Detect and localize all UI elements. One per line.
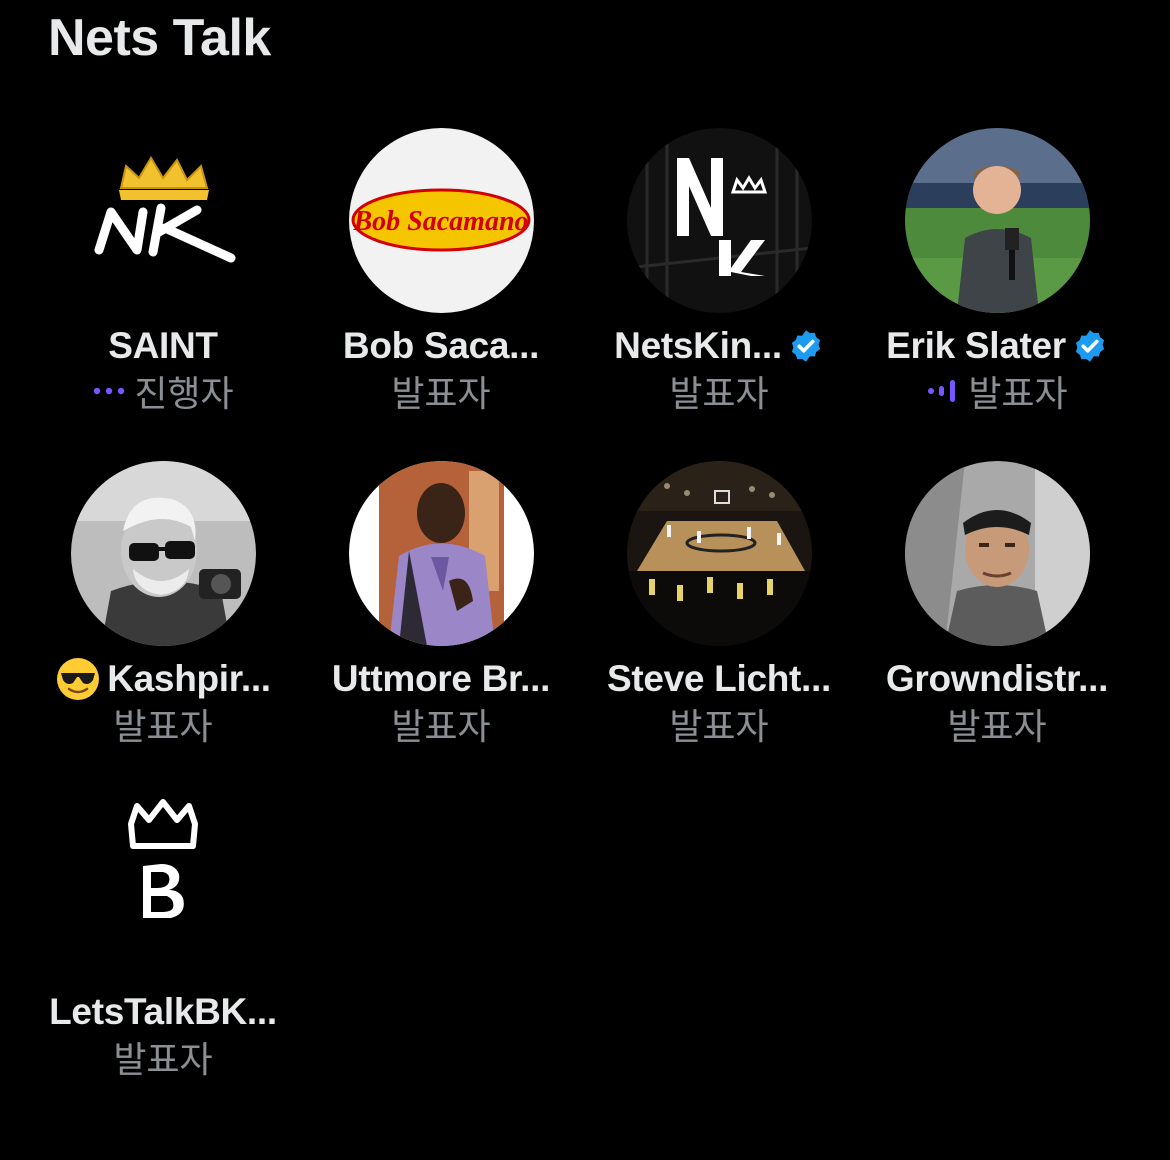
speaker-name: Steve Licht... — [606, 658, 832, 699]
speaker-name: Growndistr... — [885, 658, 1109, 699]
speaker-name: Bob Saca... — [342, 325, 540, 366]
avatar — [348, 461, 534, 646]
space-title: Nets Talk — [48, 9, 271, 67]
speaker-saint[interactable]: SAINT 진행자 — [24, 128, 302, 461]
speaker-name: LetsTalkBK... — [49, 991, 277, 1032]
nk-crown-logo — [70, 128, 256, 313]
speaker-erik-slater[interactable]: Erik Slater 발표자 — [858, 128, 1136, 461]
avatar — [626, 128, 812, 313]
speaker-role: 발표자 — [669, 374, 769, 415]
verified-badge-icon — [791, 330, 820, 362]
speaker-name: Erik Slater — [886, 325, 1066, 366]
avatar — [70, 794, 256, 979]
basketball-arena-photo — [626, 461, 812, 646]
man-camera-photo — [70, 461, 256, 646]
speaker-kashpir[interactable]: Kashpir... 발표자 — [24, 461, 302, 794]
verified-badge-icon — [1075, 330, 1104, 362]
man-purple-shirt-photo — [348, 461, 534, 646]
crown-b-logo — [70, 794, 256, 979]
speaker-role: 발표자 — [391, 707, 491, 748]
speaker-role: 발표자 — [669, 707, 769, 748]
speaker-growndistr[interactable]: Growndistr... 발표자 — [858, 461, 1136, 794]
speaker-role: 진행자 — [134, 374, 234, 415]
speaker-name: Kashpir... — [107, 658, 271, 699]
speaker-name: NetsKin... — [614, 325, 782, 366]
avatar — [70, 128, 256, 313]
avatar — [70, 461, 256, 646]
man-car-selfie-photo — [904, 461, 1090, 646]
speaker-letstalkbk[interactable]: LetsTalkBK... 발표자 — [24, 794, 302, 1127]
speaker-role: 발표자 — [113, 707, 213, 748]
speaking-dots-icon — [94, 387, 125, 395]
speaker-bob-sacamano[interactable]: Bob Sacamano Bob Saca... 발표자 — [302, 128, 580, 461]
speaker-role: 발표자 — [391, 374, 491, 415]
bob-sacamano-logo: Bob Sacamano — [348, 128, 534, 313]
speaker-grid: SAINT 진행자 Bob Sacamano Bob Saca... 발표자 N… — [24, 128, 1144, 1127]
avatar: Bob Sacamano — [348, 128, 534, 313]
speaker-role: 발표자 — [113, 1040, 213, 1081]
avatar-text: Bob Sacamano — [352, 206, 528, 237]
speaker-steve-licht[interactable]: Steve Licht... 발표자 — [580, 461, 858, 794]
audio-wave-icon — [928, 380, 956, 402]
stadium-reporter-photo — [904, 128, 1090, 313]
speaker-role: 발표자 — [947, 707, 1047, 748]
speaker-netskin[interactable]: NetsKin... 발표자 — [580, 128, 858, 461]
speaker-name: Uttmore Br... — [331, 658, 551, 699]
speaker-name: SAINT — [108, 325, 218, 366]
avatar — [626, 461, 812, 646]
sunglasses-emoji-icon — [57, 658, 100, 700]
speaker-role: 발표자 — [968, 374, 1068, 415]
nk-bridge-logo — [626, 128, 812, 313]
speaker-uttmore[interactable]: Uttmore Br... 발표자 — [302, 461, 580, 794]
avatar — [904, 461, 1090, 646]
avatar — [904, 128, 1090, 313]
